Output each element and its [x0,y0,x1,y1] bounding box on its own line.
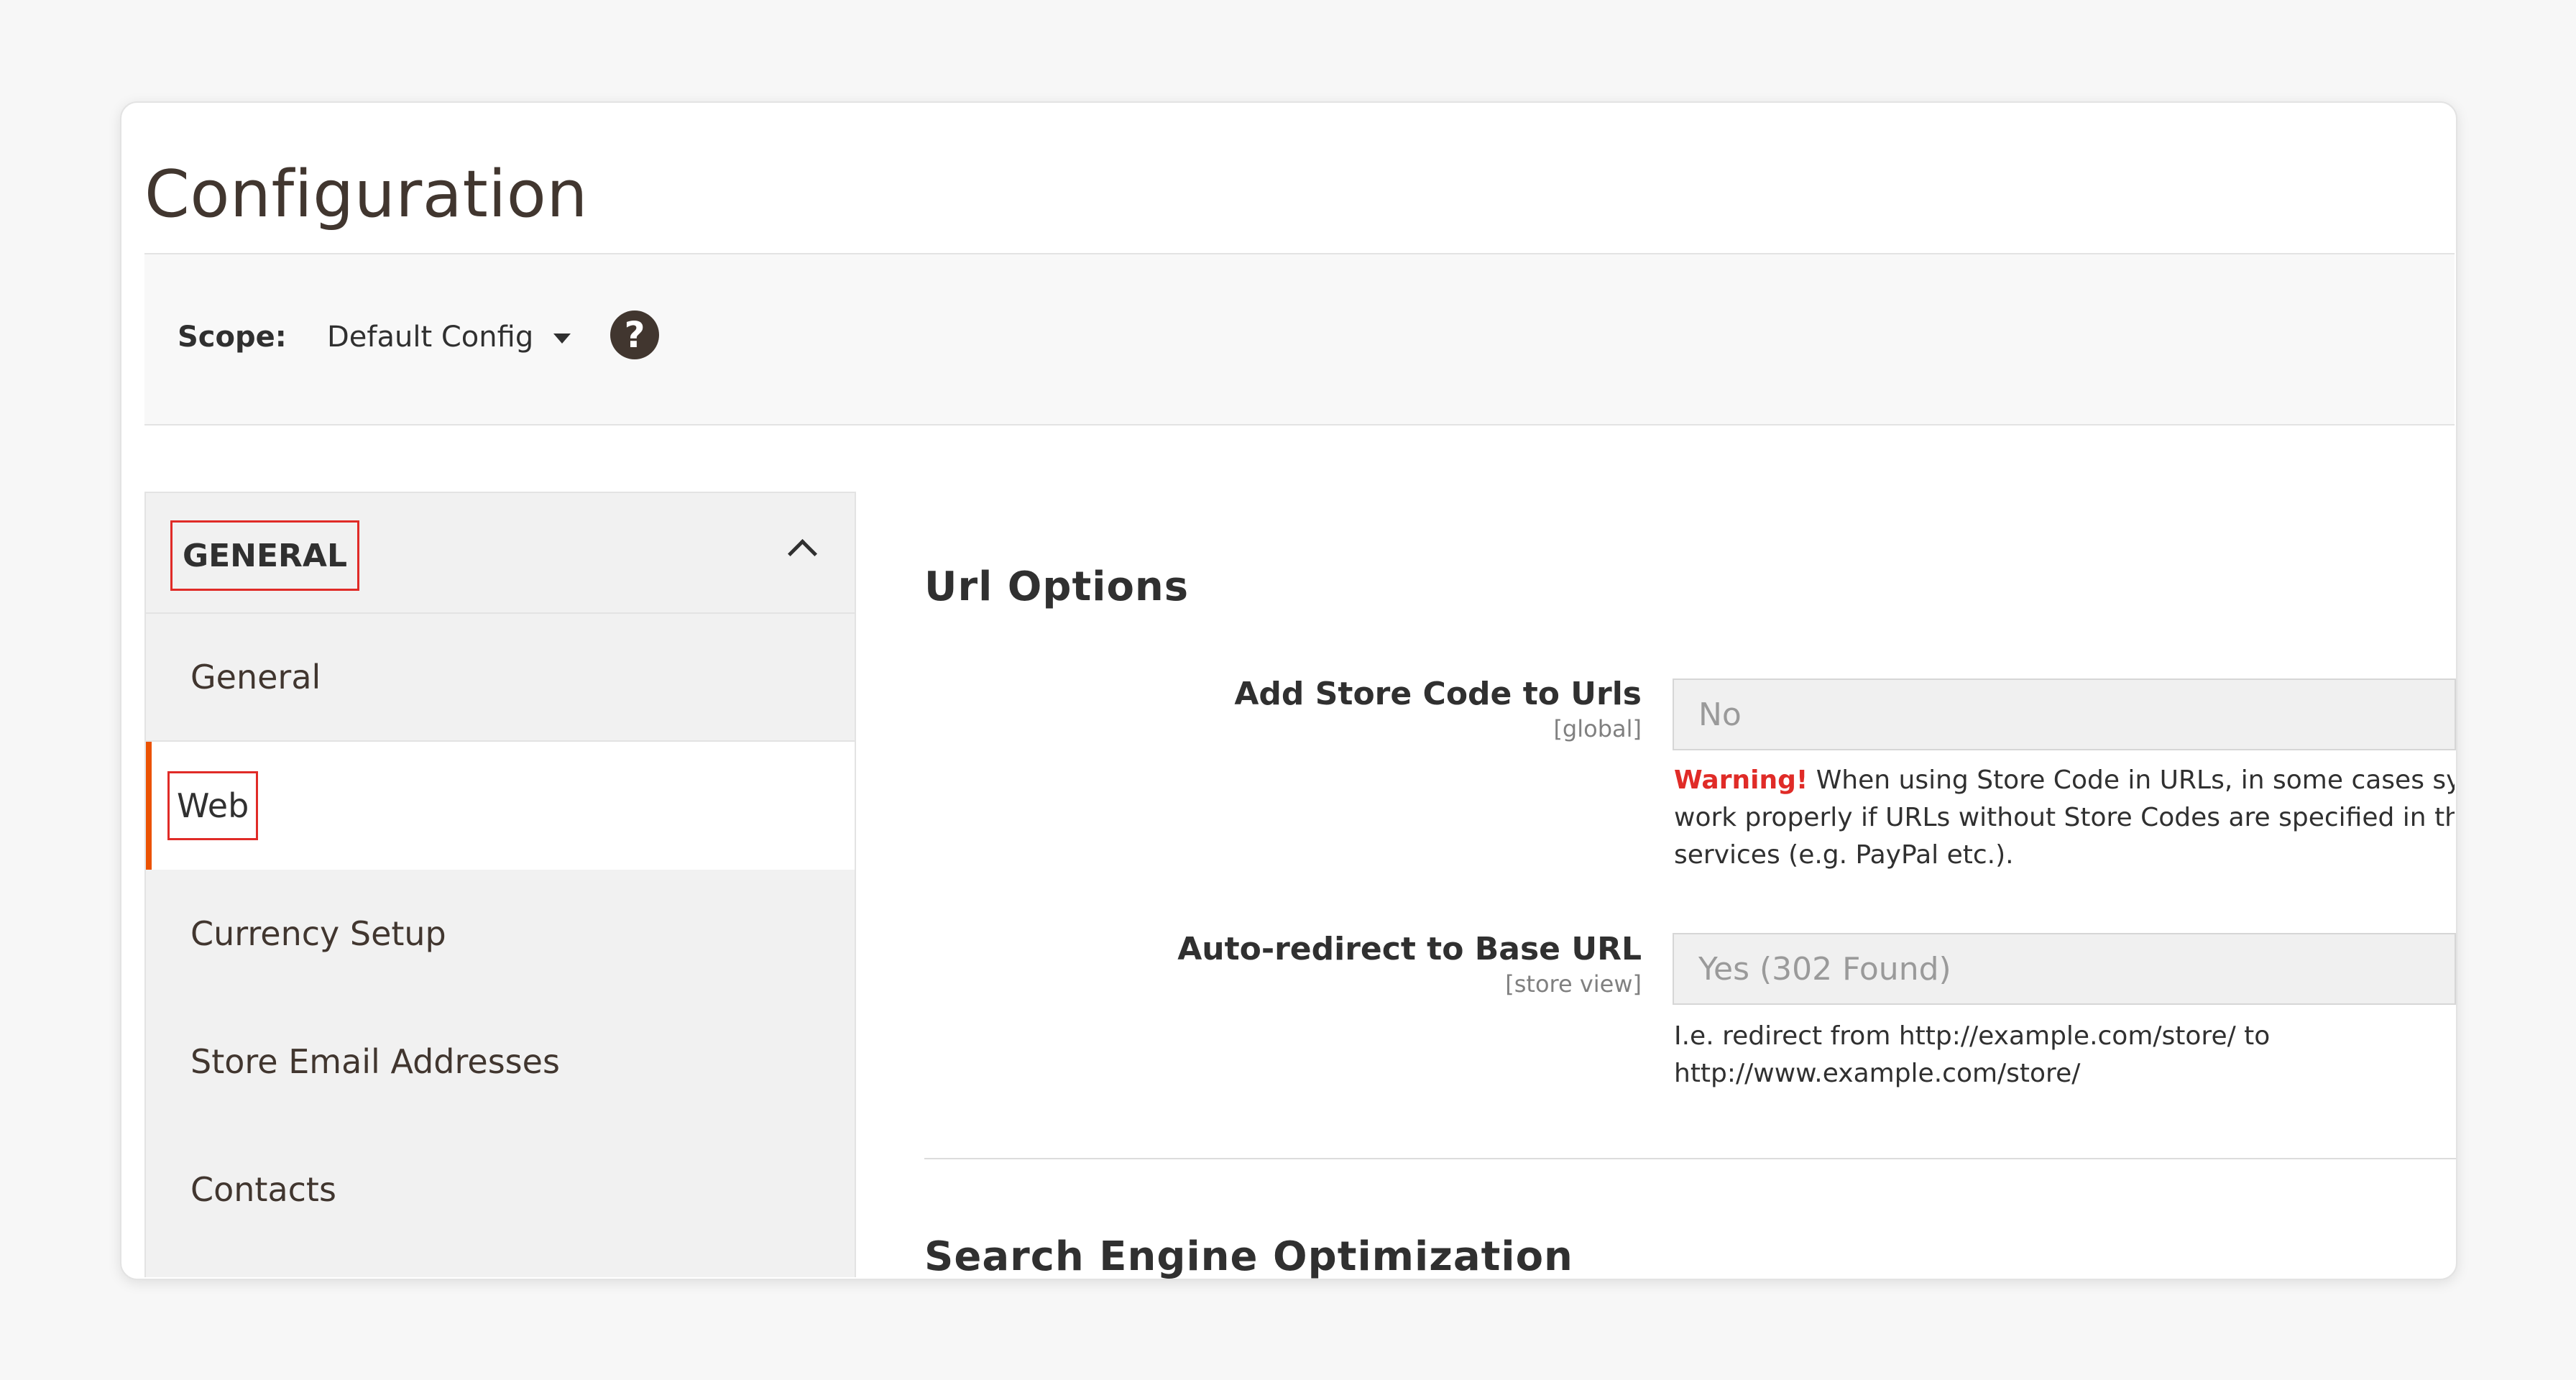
help-icon[interactable]: ? [610,310,659,359]
field-label-auto-redirect: Auto-redirect to Base URL [1177,931,1642,967]
caret-down-icon [553,334,571,344]
sidebar-item-store-email-addresses[interactable]: Store Email Addresses [146,998,855,1126]
sidebar-section-title: GENERAL [170,520,360,591]
field-scope-store-view: [store view] [1505,970,1642,998]
scope-value: Default Config [327,321,534,354]
note-text: work properly if URLs without Store Code… [1674,803,2455,832]
warning-label: Warning! [1674,765,1808,795]
page-title: Configuration [144,157,588,233]
sidebar-item-general[interactable]: General [146,614,855,742]
sidebar-item-label: General [190,658,321,696]
section-divider [924,1158,2456,1159]
section-title-seo[interactable]: Search Engine Optimization [924,1233,1573,1280]
sidebar-item-label: Store Email Addresses [190,1042,560,1081]
sidebar-item-label: Web [167,771,259,840]
select-value: No [1698,696,1742,733]
sidebar-item-label: Contacts [190,1170,336,1209]
scope-switcher[interactable]: Default Config [327,321,571,354]
add-store-code-note: Warning! When using Store Code in URLs, … [1674,762,2455,874]
scope-label: Scope: [178,321,287,354]
select-value: Yes (302 Found) [1698,950,1951,988]
field-label-add-store-code: Add Store Code to Urls [1234,676,1642,712]
sidebar-item-web[interactable]: Web [146,742,855,870]
note-text: I.e. redirect from http://example.com/st… [1674,1021,2271,1051]
sidebar-item-contacts[interactable]: Contacts [146,1126,855,1254]
auto-redirect-note: I.e. redirect from http://example.com/st… [1674,1018,2455,1092]
config-sidebar: GENERAL General Web Currency Setup Store… [144,492,856,1277]
chevron-up-icon [787,538,818,569]
note-text: http://www.example.com/store/ [1674,1059,2081,1088]
note-text: services (e.g. PayPal etc.). [1674,840,2014,870]
scope-bar: Scope: Default Config ? [144,253,2455,426]
sidebar-item-label: Currency Setup [190,914,446,953]
note-text: When using Store Code in URLs, in some c… [1808,765,2455,795]
add-store-code-select[interactable]: No [1673,678,2456,750]
sidebar-item-currency-setup[interactable]: Currency Setup [146,870,855,998]
auto-redirect-select[interactable]: Yes (302 Found) [1673,933,2456,1005]
section-title-url-options[interactable]: Url Options [924,564,1189,610]
field-scope-global: [global] [1553,715,1642,742]
sidebar-section-general[interactable]: GENERAL [146,493,855,614]
